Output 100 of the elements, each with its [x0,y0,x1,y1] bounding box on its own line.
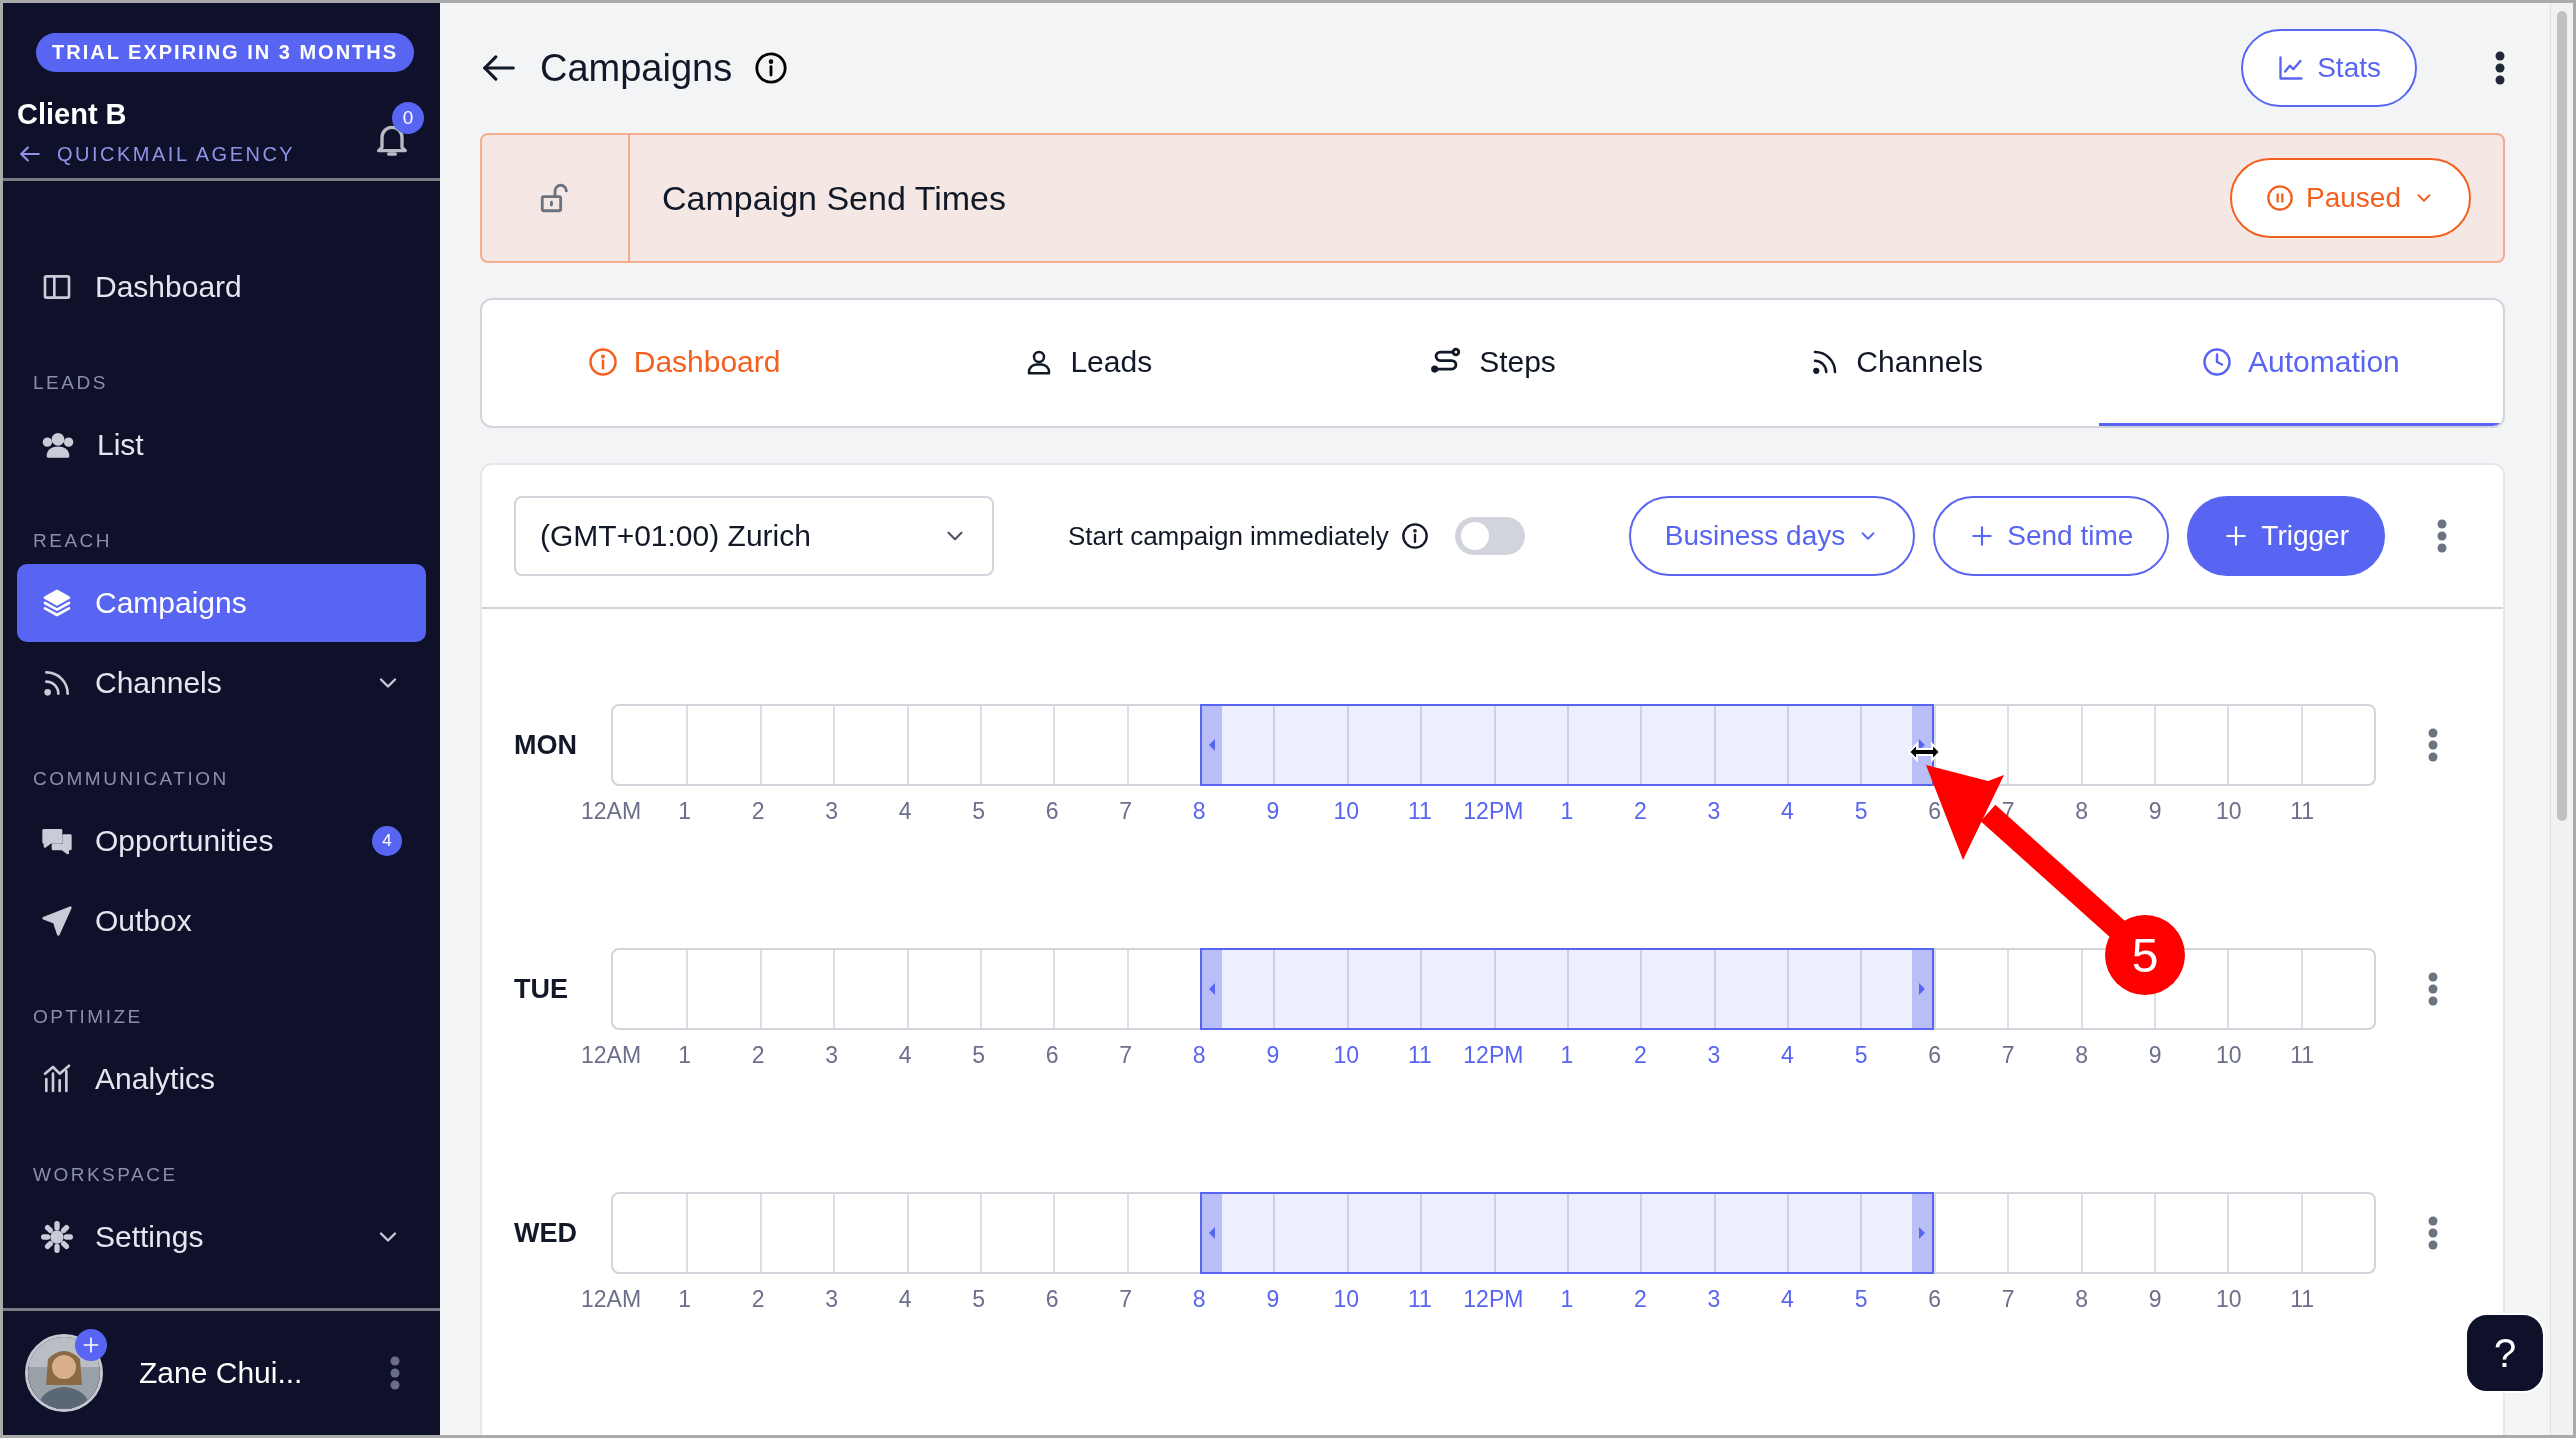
client-name: Client B [17,98,127,131]
send-time-button[interactable]: Send time [1933,496,2170,576]
hour-label: 4 [1780,1286,1795,1313]
hour-label: 4 [1780,798,1795,825]
range-handle[interactable] [1202,706,1222,784]
sidebar-item[interactable]: Outbox [17,882,426,960]
hour-label: 11 [2289,1286,2316,1313]
day-label: TUE [514,972,569,1006]
hour-label: 10 [2214,1286,2243,1313]
hour-label: 11 [2289,798,2316,825]
more-options-icon[interactable] [2495,51,2505,85]
hour-label: 9 [2147,1286,2163,1313]
step-badge: 5 [2105,915,2185,995]
range-handle[interactable] [1911,1194,1932,1272]
hour-label: 2 [1633,798,1648,825]
stats-button[interactable]: Stats [2241,29,2417,107]
range-handle[interactable] [1202,950,1222,1028]
timezone-dropdown[interactable]: (GMT+01:00) Zurich [514,496,994,576]
bar-chart-icon [41,1063,73,1095]
section-heading: OPTIMIZE [32,1005,144,1029]
hour-label: 11 [1406,1286,1433,1313]
hour-label: 11 [1406,1042,1433,1069]
time-range[interactable] [1200,1192,1934,1274]
notification-count: 0 [392,102,424,134]
toggle-switch[interactable] [1454,517,1525,555]
hour-label: 7 [1118,798,1134,825]
hour-label: 5 [1853,1286,1869,1313]
hour-label: 1 [1559,1286,1575,1313]
trial-badge[interactable]: TRIAL EXPIRING IN 3 MONTHS [36,33,415,72]
hour-label: 5 [971,1286,987,1313]
pause-icon [2266,184,2295,212]
hour-label: 10 [1332,1286,1361,1313]
hour-label: 9 [2147,798,2163,825]
sidebar-item[interactable]: Analytics [17,1040,426,1118]
info-icon [754,51,789,85]
sidebar-item[interactable]: Channels [17,644,426,722]
tab[interactable]: Automation [2098,300,2503,426]
range-handle[interactable] [1911,950,1932,1028]
hour-label: 3 [1706,1286,1722,1313]
hour-label: 9 [2147,1042,2163,1069]
tab[interactable]: Steps [1290,300,1695,426]
hour-label: 12PM [1462,798,1525,825]
hour-label: 6 [1044,798,1060,825]
hour-label: 3 [824,798,839,825]
business-days-dropdown[interactable]: Business days [1628,496,1916,576]
hour-label: 2 [750,1042,766,1069]
hour-label: 8 [2074,1042,2089,1069]
line-chart-icon [2277,54,2306,82]
hour-label: 4 [1780,1042,1795,1069]
sidebar-item[interactable]: Opportunities 4 [17,802,426,880]
hour-label: 3 [824,1042,839,1069]
hour-label: 2 [1633,1042,1648,1069]
sidebar-item[interactable]: Dashboard [17,248,426,326]
time-track[interactable] [611,704,2376,786]
hour-label: 3 [1706,798,1722,825]
banner-title: Campaign Send Times [661,178,1007,218]
resize-cursor-icon [1907,741,1942,763]
hour-label: 5 [971,1042,987,1069]
time-range[interactable] [1200,948,1934,1030]
hour-label: 7 [2000,1286,2016,1313]
agency-link[interactable]: QUICKMAIL AGENCY [57,142,296,166]
user-name[interactable]: Zane Chui... [139,1356,354,1390]
hour-label: 4 [897,798,913,825]
hour-label: 3 [824,1286,839,1313]
time-track[interactable] [611,1192,2376,1274]
sidebar-item[interactable]: Campaigns [17,564,426,642]
tab[interactable]: Leads [886,300,1291,426]
time-range[interactable] [1200,704,1934,786]
hour-label: 8 [1191,1286,1207,1313]
hour-label: 11 [1406,798,1433,825]
hour-label: 8 [2074,1286,2089,1313]
hour-label: 12AM [579,1042,643,1069]
sidebar-item[interactable]: Settings [17,1198,426,1276]
toggle-label: Start campaign immediately [1068,520,1389,552]
hour-label: 6 [1044,1286,1060,1313]
scrollbar-thumb[interactable] [2557,11,2567,821]
hour-label: 5 [1853,1042,1869,1069]
hour-label: 9 [1265,1286,1281,1313]
count-badge: 4 [372,826,402,856]
hour-label: 8 [1191,798,1207,825]
help-button[interactable]: ? [2465,1313,2545,1393]
tab[interactable]: Channels [1694,300,2099,426]
range-handle[interactable] [1202,1194,1222,1272]
hour-label: 1 [677,798,692,825]
hour-label: 1 [677,1286,692,1313]
trigger-button[interactable]: Trigger [2187,496,2385,576]
hour-label: 2 [750,1286,766,1313]
hour-label: 11 [2289,1042,2316,1069]
info-icon [1400,522,1429,550]
paper-plane-icon [41,905,73,937]
hour-label: 1 [1559,798,1575,825]
hour-label: 8 [2074,798,2089,825]
layers-icon [41,587,73,619]
hour-label: 12PM [1462,1286,1525,1313]
sidebar-item[interactable]: List [17,406,426,484]
section-heading: REACH [32,529,113,553]
hour-label: 12AM [579,1286,643,1313]
hour-label: 10 [2214,1042,2243,1069]
hour-label: 10 [1332,798,1361,825]
hour-label: 6 [1044,1042,1060,1069]
